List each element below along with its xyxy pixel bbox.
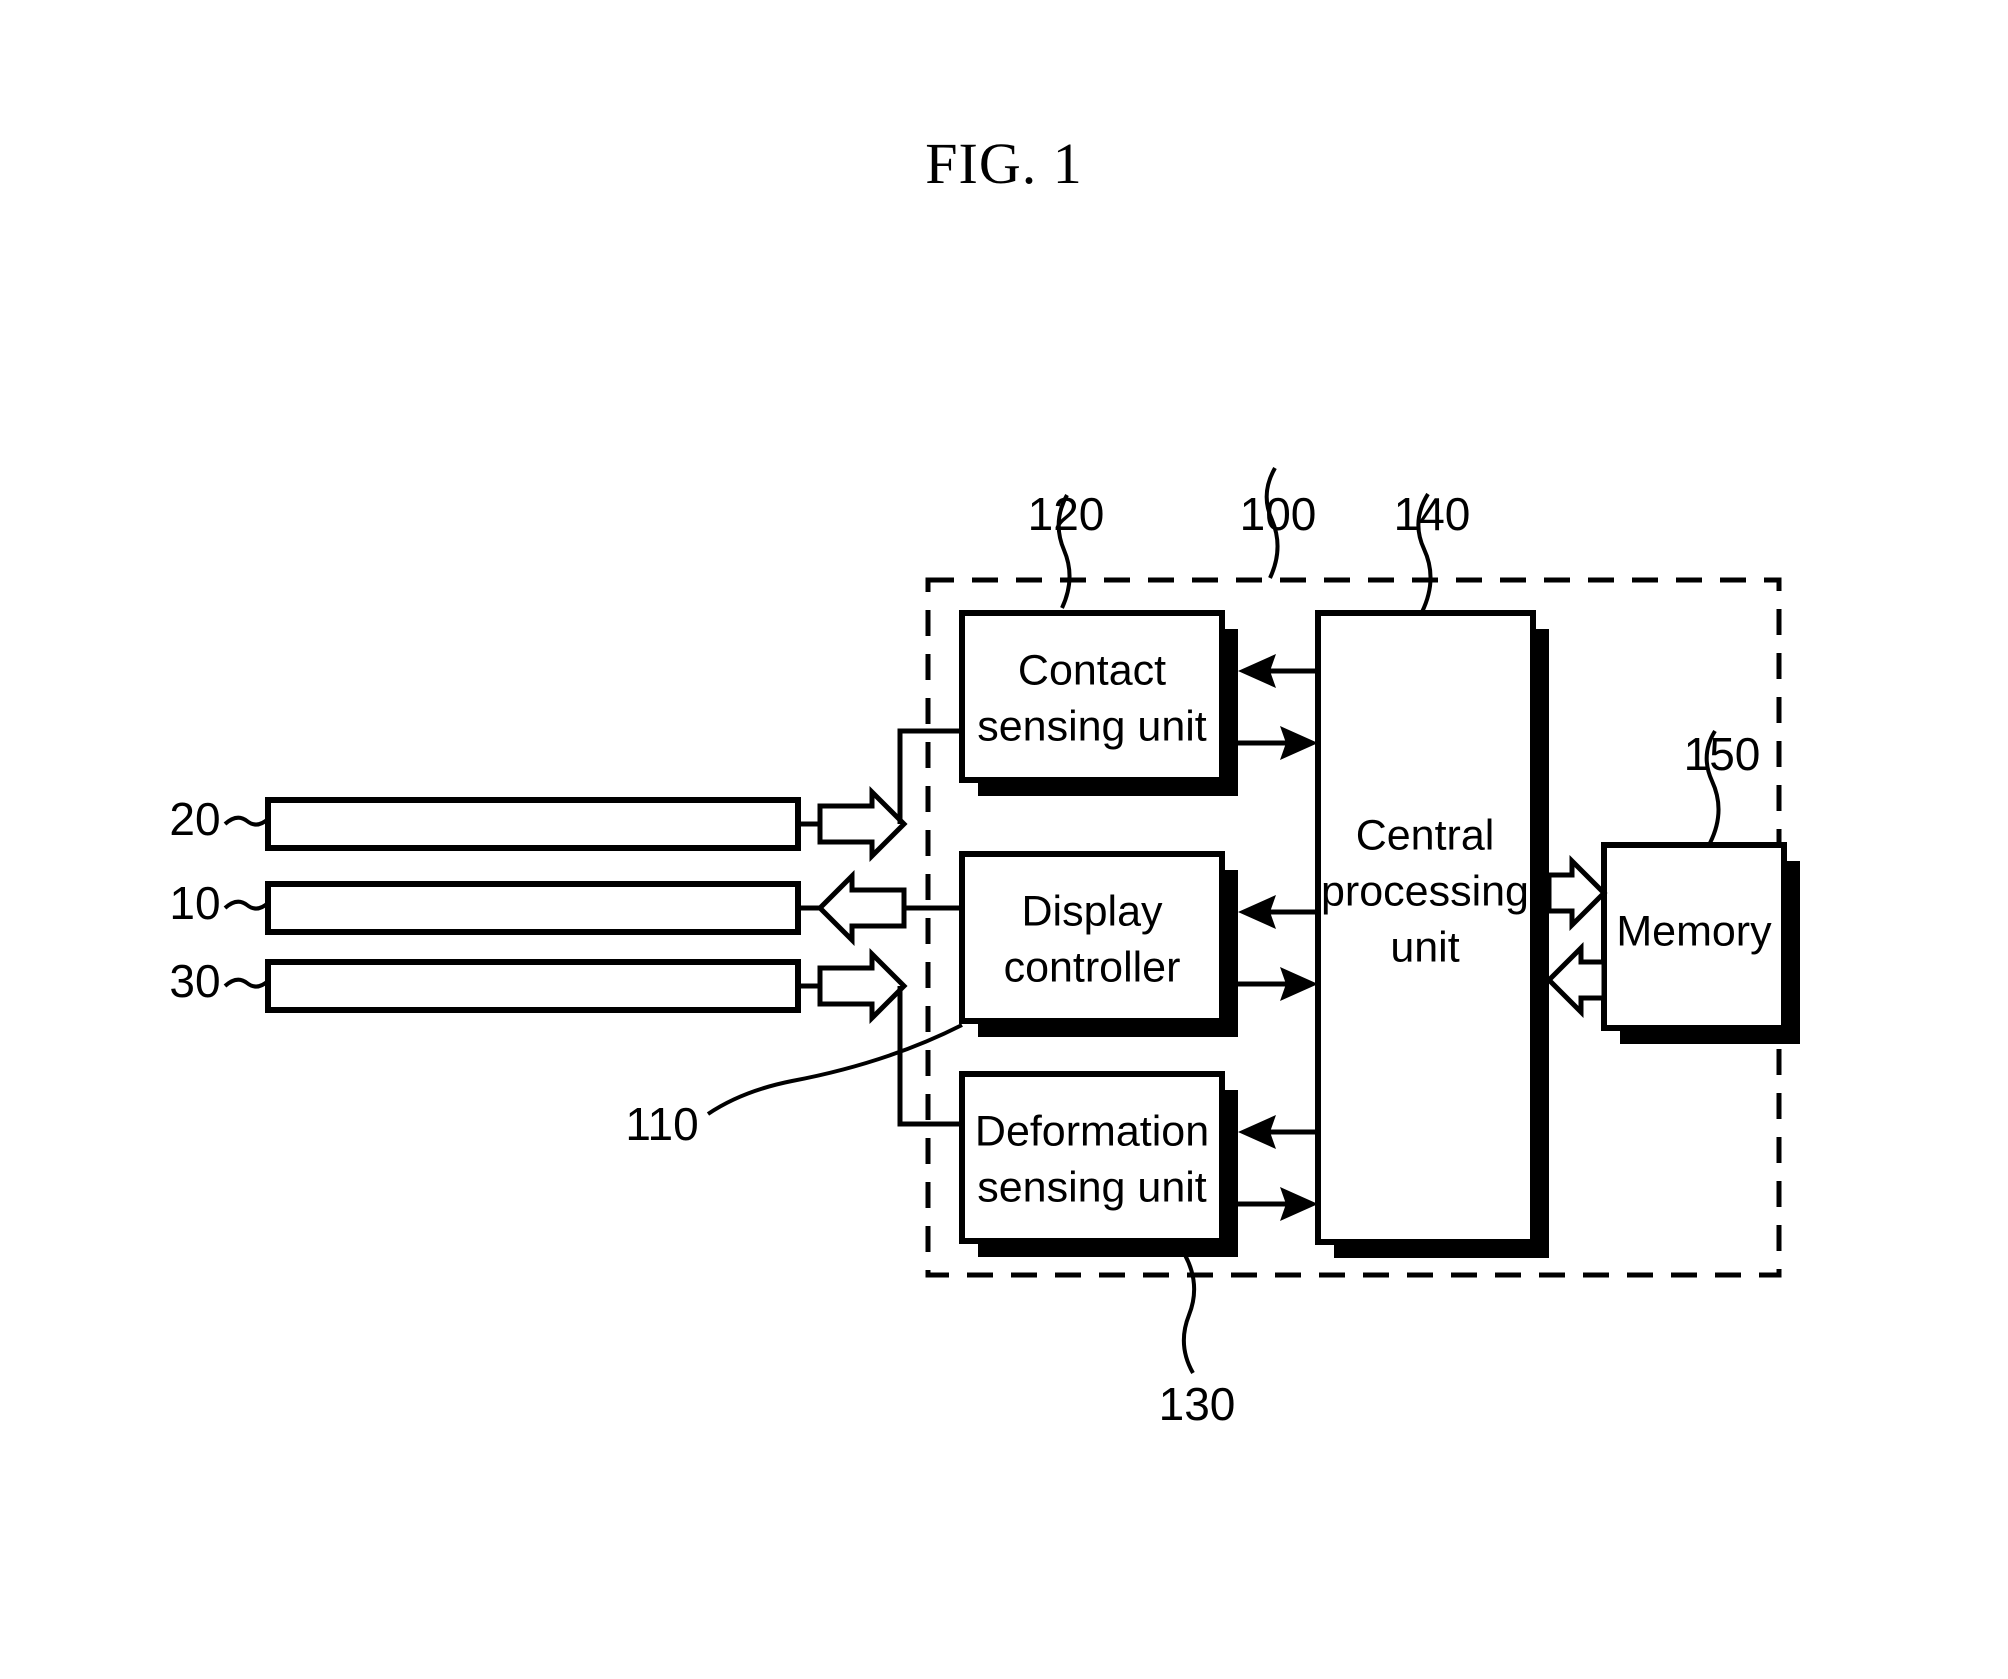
- deformation-sensing-unit-label-line1: Deformation: [975, 1107, 1209, 1155]
- bar-20-display-panel: [265, 797, 801, 851]
- ref-140-number: 140: [1394, 488, 1471, 540]
- bar-30-output-arrow-icon: [817, 947, 908, 1025]
- bar-10-input-arrow-icon: [816, 869, 907, 947]
- deformation-sensing-unit-label-line2: sensing unit: [977, 1163, 1207, 1211]
- bar-10-leader-line: [223, 899, 270, 911]
- block-diagram-canvas: 20 10 30 Contact sensing unit 120 Displa…: [169, 467, 1800, 1430]
- display-controller-label-line2: controller: [1004, 943, 1181, 991]
- contact-sensing-unit-label-line1: Contact: [1018, 646, 1166, 694]
- cpu-to-memory-arrow-icon: [1546, 854, 1608, 932]
- bar-20-ref-number: 20: [169, 793, 220, 845]
- ref-110-number: 110: [625, 1098, 698, 1150]
- display-controller-label-line1: Display: [1022, 887, 1163, 935]
- ref-130-number: 130: [1159, 1378, 1236, 1430]
- contact-sensing-unit-label-line2: sensing unit: [977, 702, 1207, 750]
- deformation-sensing-unit-block[interactable]: [959, 1071, 1225, 1244]
- wire-bar20-to-contact-sensing: [897, 728, 962, 824]
- display-controller-block[interactable]: [959, 851, 1225, 1024]
- ref-110-leader-line: [706, 1023, 963, 1116]
- cpu-label-line3: unit: [1390, 923, 1459, 971]
- bar-20-output-arrow-icon: [817, 785, 908, 863]
- memory-to-cpu-arrow-icon: [1545, 941, 1607, 1019]
- bar-30-ref-number: 30: [169, 955, 220, 1007]
- ref-100-number: 100: [1240, 488, 1317, 540]
- contact-sensing-unit-block[interactable]: [959, 610, 1225, 783]
- cpu-label-line2: processing: [1321, 867, 1529, 915]
- bar-20-leader-line: [223, 815, 270, 827]
- bar-30-display-panel: [265, 959, 801, 1013]
- cpu-label-line1: Central: [1356, 811, 1495, 859]
- ref-150-number: 150: [1684, 728, 1761, 780]
- ref-120-number: 120: [1028, 488, 1105, 540]
- bar-30-leader-line: [223, 977, 270, 989]
- bar-10-ref-number: 10: [169, 877, 220, 929]
- memory-label: Memory: [1616, 907, 1772, 955]
- bar-10-display-panel: [265, 881, 801, 935]
- wire-bar30-to-deformation-sensing: [897, 986, 962, 1127]
- figure-root: FIG. 1 20 10 30 Contact sensing unit 120…: [0, 0, 2008, 1679]
